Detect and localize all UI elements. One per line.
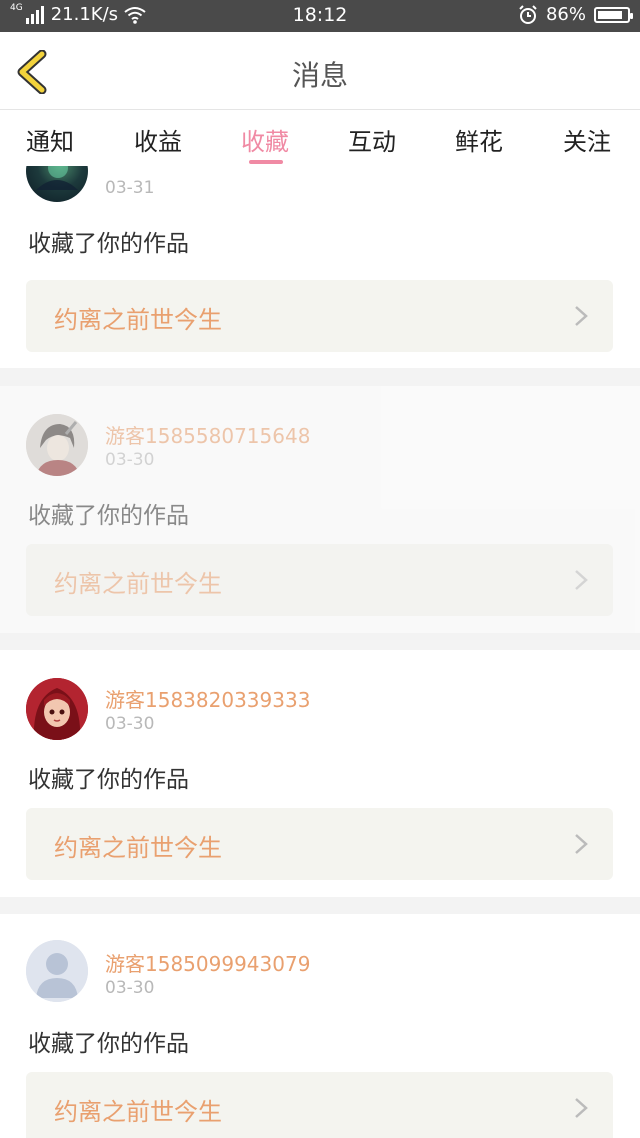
chevron-right-icon (575, 834, 588, 854)
chevron-right-icon (575, 570, 588, 590)
message-date: 03-30 (105, 450, 155, 470)
message-date: 03-30 (105, 714, 155, 734)
message-card[interactable]: 03-31 收藏了你的作品 约离之前世今生 (0, 166, 640, 368)
message-list[interactable]: 03-31 收藏了你的作品 约离之前世今生 游客1585580715648 03… (0, 166, 640, 1138)
username[interactable]: 游客1585580715648 (105, 420, 310, 449)
status-bar: 4G 21.1K/s 18:12 86% (0, 0, 640, 32)
status-right: 86% (518, 4, 633, 25)
work-link[interactable]: 约离之前世今生 (26, 280, 613, 352)
battery-percent: 86% (545, 4, 586, 25)
username[interactable]: 游客1585099943079 (105, 948, 310, 977)
tab-earnings[interactable]: 收益 (134, 122, 182, 157)
tab-bar: 通知 收益 收藏 互动 鲜花 关注 (0, 110, 640, 166)
avatar-art (36, 166, 78, 190)
chevron-right-icon (575, 306, 588, 326)
nav-header: 消息 (0, 32, 640, 110)
message-card[interactable]: 游客1583820339333 03-30 收藏了你的作品 约离之前世今生 (0, 650, 640, 897)
action-text: 收藏了你的作品 (28, 767, 189, 793)
work-link[interactable]: 约离之前世今生 (26, 544, 613, 616)
action-text: 收藏了你的作品 (28, 503, 189, 529)
alarm-icon (519, 4, 537, 24)
work-title: 约离之前世今生 (54, 306, 222, 334)
tab-flowers[interactable]: 鲜花 (455, 122, 503, 157)
page-title: 消息 (291, 59, 348, 92)
message-card[interactable]: 游客1585099943079 03-30 收藏了你的作品 约离之前世今生 (0, 914, 640, 1138)
work-title: 约离之前世今生 (54, 834, 222, 862)
tab-favorites[interactable]: 收藏 (241, 122, 289, 157)
avatar[interactable] (26, 678, 88, 740)
avatar[interactable] (26, 166, 88, 202)
work-title: 约离之前世今生 (54, 570, 222, 598)
work-link[interactable]: 约离之前世今生 (26, 1072, 613, 1138)
message-date: 03-30 (105, 978, 155, 998)
avatar[interactable] (26, 414, 88, 476)
avatar-art (26, 678, 88, 740)
work-title: 约离之前世今生 (54, 1098, 222, 1126)
chevron-right-icon (575, 1098, 588, 1118)
message-date: 03-31 (105, 178, 155, 198)
battery-fill (598, 10, 622, 19)
tab-follow[interactable]: 关注 (563, 122, 611, 157)
user-silhouette-icon (26, 940, 88, 1002)
default-avatar[interactable] (26, 940, 88, 1002)
avatar-art (26, 414, 88, 476)
username[interactable]: 游客1583820339333 (105, 684, 310, 713)
tab-notify[interactable]: 通知 (26, 122, 74, 157)
action-text: 收藏了你的作品 (28, 231, 189, 257)
work-link[interactable]: 约离之前世今生 (26, 808, 613, 880)
message-card[interactable]: 游客1585580715648 03-30 收藏了你的作品 约离之前世今生 (0, 386, 640, 633)
tab-interaction[interactable]: 互动 (348, 122, 396, 157)
battery-icon (594, 6, 633, 23)
action-text: 收藏了你的作品 (28, 1031, 189, 1057)
active-tab-indicator (249, 160, 283, 164)
